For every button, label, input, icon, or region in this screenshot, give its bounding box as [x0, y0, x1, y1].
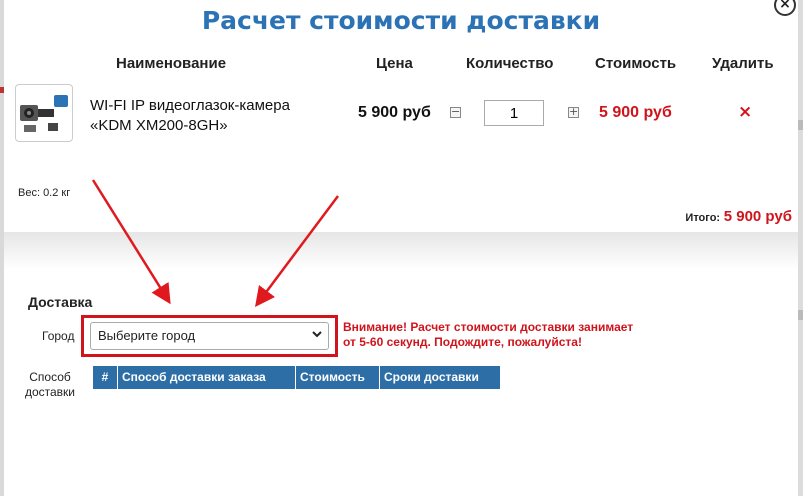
background-right-edge: [798, 0, 803, 496]
column-header-name: Наименование: [116, 55, 227, 72]
background-mark: [798, 120, 803, 130]
product-price: 5 900 руб: [358, 104, 431, 121]
column-header-delete: Удалить: [712, 55, 774, 72]
quantity-decrease-button[interactable]: −: [450, 105, 461, 118]
product-image[interactable]: [15, 84, 73, 142]
column-header-quantity: Количество: [466, 55, 554, 72]
table-header-number: #: [93, 366, 118, 389]
delivery-cost-dialog: Расчет стоимости доставки × Наименование…: [4, 0, 798, 496]
cart-total: Итого: 5 900 руб: [685, 208, 792, 225]
delivery-warning: Внимание! Расчет стоимости доставки зани…: [343, 320, 634, 349]
table-header-cost: Стоимость: [296, 366, 380, 389]
city-select-value: Выберите город: [98, 328, 196, 343]
delivery-method-label: Способ доставки: [24, 370, 76, 399]
table-header-delivery-time: Сроки доставки: [384, 370, 479, 384]
city-label: Город: [42, 329, 75, 343]
product-cost: 5 900 руб: [599, 104, 672, 121]
minus-icon: −: [451, 105, 461, 118]
dialog-title: Расчет стоимости доставки: [201, 6, 601, 35]
product-name[interactable]: WI-FI IP видеоглазок-камера «KDM XM200-8…: [90, 96, 330, 136]
cart-table: Наименование Цена Количество Стоимость У…: [4, 44, 798, 232]
delivery-methods-table: # Способ доставки заказа Стоимость Сроки…: [93, 366, 500, 389]
column-header-cost: Стоимость: [595, 55, 677, 72]
plus-icon: +: [569, 105, 579, 118]
camera-icon: [20, 95, 68, 132]
chevron-down-icon: [312, 331, 322, 338]
quantity-increase-button[interactable]: +: [568, 105, 579, 118]
delete-icon[interactable]: ×: [738, 102, 752, 122]
city-select-highlight: Выберите город: [81, 315, 338, 357]
close-icon: ×: [779, 0, 791, 12]
column-header-price: Цена: [376, 55, 413, 72]
table-header-method: Способ доставки заказа: [118, 366, 296, 389]
total-value: 5 900 руб: [723, 208, 792, 225]
quantity-input[interactable]: [484, 100, 544, 126]
cart-weight: Вес: 0.2 кг: [18, 187, 71, 199]
background-mark: [798, 310, 803, 320]
section-divider: [4, 232, 798, 270]
total-label: Итого:: [685, 212, 721, 224]
delivery-heading: Доставка: [28, 294, 93, 310]
city-select[interactable]: Выберите город: [90, 322, 329, 350]
